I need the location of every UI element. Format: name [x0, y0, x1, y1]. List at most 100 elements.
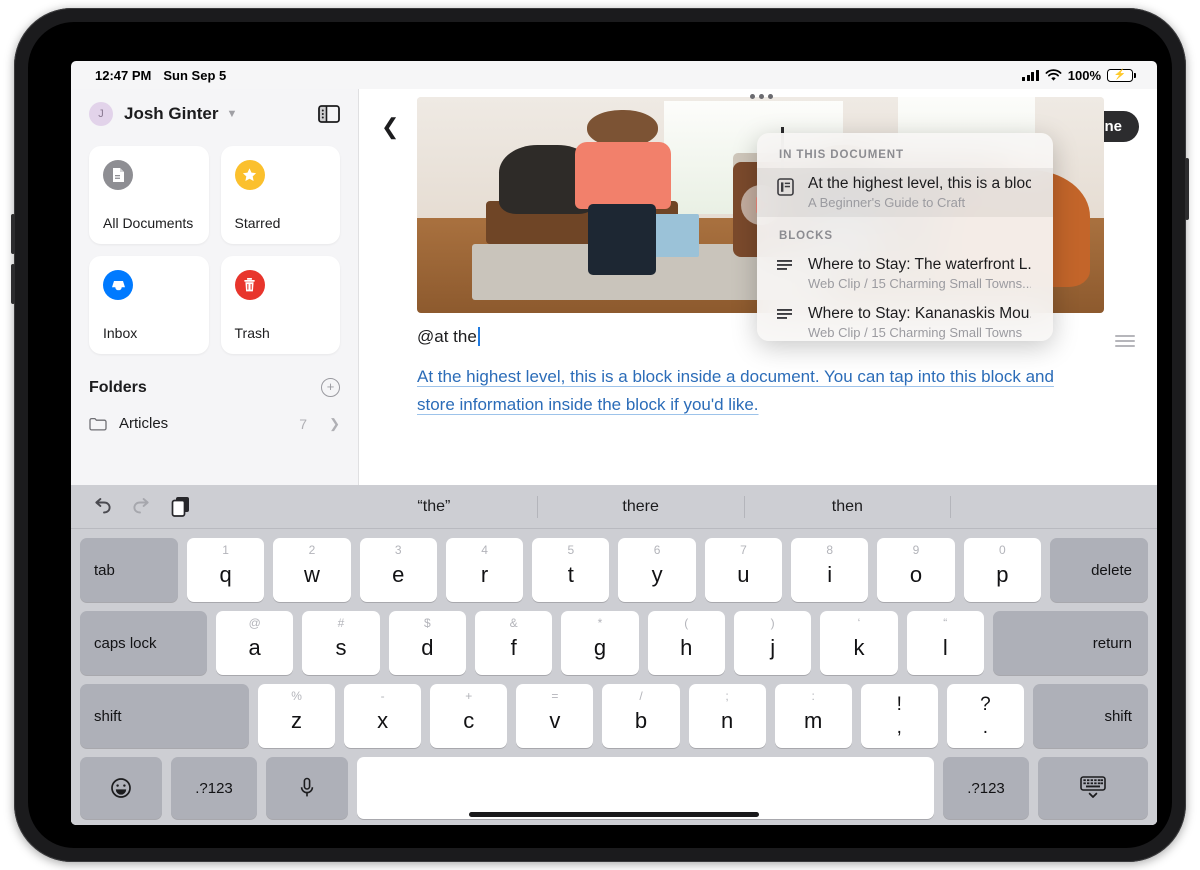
key-f[interactable]: & f: [474, 611, 553, 675]
undo-icon[interactable]: [91, 497, 113, 516]
document-icon: [103, 160, 133, 190]
key-k[interactable]: ‘k: [820, 611, 898, 675]
dropdown-item-block[interactable]: Where to Stay: Kananaskis Mou... Web Cli…: [757, 298, 1053, 341]
sidebar-item-articles[interactable]: Articles 7 ❯: [71, 405, 358, 442]
status-date: Sun Sep 5: [163, 67, 227, 83]
dropdown-item-document[interactable]: At the highest level, this is a bloc... …: [757, 168, 1053, 217]
key-c[interactable]: + c: [430, 684, 508, 748]
avatar: J: [89, 102, 113, 126]
key-m[interactable]: :m: [774, 684, 852, 748]
screenshot-root: 12:47 PM Sun Sep 5 100% ⚡ J Josh Ginter …: [0, 0, 1200, 870]
emoji-icon[interactable]: [80, 757, 162, 819]
status-time: 12:47 PM: [95, 67, 152, 83]
folder-icon: [89, 417, 107, 431]
key-numbers-right[interactable]: .?123: [943, 757, 1029, 819]
folder-name: Articles: [119, 415, 169, 432]
key-u[interactable]: 7u: [704, 538, 783, 602]
chevron-down-icon[interactable]: ▼: [226, 108, 237, 120]
key-o[interactable]: 9o: [877, 538, 955, 602]
key-e[interactable]: 3e: [359, 538, 437, 602]
battery-percent-label: 100%: [1067, 67, 1101, 83]
sidebar-item-inbox[interactable]: Inbox: [89, 256, 209, 354]
suggestion-item[interactable]: then: [743, 495, 951, 518]
sidebar-item-all-documents[interactable]: All Documents: [89, 146, 209, 244]
home-indicator[interactable]: [469, 812, 759, 817]
keyboard-row-3: shift % z -x + c = v / b ; n :m !, ?. shift: [71, 684, 1157, 748]
key-i[interactable]: 8i: [791, 538, 869, 602]
key-j[interactable]: ) j: [733, 611, 812, 675]
key-w[interactable]: 2w: [273, 538, 351, 602]
key-s[interactable]: # s: [302, 611, 380, 675]
charging-bolt-icon: ⚡: [1113, 69, 1127, 81]
key-return[interactable]: return: [992, 611, 1148, 675]
dropdown-item-subtitle: Web Clip / 15 Charming Small Towns: [808, 325, 1023, 340]
microphone-icon[interactable]: [266, 757, 348, 819]
add-folder-button[interactable]: +: [321, 378, 340, 397]
text-caret: [477, 327, 480, 346]
mention-input-line[interactable]: @at the: [417, 327, 480, 347]
folders-title: Folders: [89, 378, 147, 396]
sidebar-item-starred[interactable]: Starred: [220, 146, 340, 244]
key-shift-left[interactable]: shift: [80, 684, 249, 748]
sidebar-toggle-icon[interactable]: [318, 105, 340, 123]
key-a[interactable]: @ a: [216, 611, 294, 675]
key-t[interactable]: 5t: [532, 538, 610, 602]
media-options-icon[interactable]: [750, 94, 774, 99]
dismiss-keyboard-icon[interactable]: [1038, 757, 1148, 819]
back-button[interactable]: ❮: [381, 116, 399, 138]
key-r[interactable]: 4r: [445, 538, 524, 602]
key-q[interactable]: 1q: [187, 538, 265, 602]
power-button[interactable]: [1185, 158, 1189, 220]
key-exclamation-comma[interactable]: !,: [860, 684, 938, 748]
key-h[interactable]: (h: [647, 611, 725, 675]
key-x[interactable]: -x: [344, 684, 422, 748]
key-g[interactable]: * g: [561, 611, 639, 675]
on-screen-keyboard: “the” there then tab 1q 2w 3e 4r 5t 6 y …: [71, 485, 1157, 825]
sidebar-tiles: All Documents Starred Inbox Trash: [71, 140, 358, 354]
key-b[interactable]: / b: [602, 684, 680, 748]
key-p[interactable]: 0p: [963, 538, 1041, 602]
account-name: Josh Ginter: [124, 104, 219, 123]
key-n[interactable]: ; n: [688, 684, 766, 748]
volume-down-button[interactable]: [11, 264, 15, 304]
suggestion-item-empty: [950, 495, 1157, 518]
paste-icon[interactable]: [171, 496, 191, 517]
redo-icon[interactable]: [131, 497, 153, 516]
tile-label: Trash: [234, 324, 270, 341]
keyboard-row-2: caps lock @ a # s $ d & f * g (h ) j ‘k “l ret…: [71, 611, 1157, 675]
device-inner-bezel: 12:47 PM Sun Sep 5 100% ⚡ J Josh Ginter …: [28, 22, 1172, 848]
key-question-period[interactable]: ?.: [946, 684, 1024, 748]
key-l[interactable]: “l: [906, 611, 984, 675]
dropdown-item-title: Where to Stay: The waterfront L...: [808, 256, 1031, 273]
battery-icon: ⚡: [1107, 68, 1136, 82]
status-bar-left: 12:47 PM Sun Sep 5: [95, 68, 226, 83]
key-tab[interactable]: tab: [80, 538, 178, 602]
keyboard-tools: [71, 496, 331, 517]
block-handle-icon[interactable]: [1115, 335, 1135, 350]
text-block-icon: [777, 305, 795, 322]
suggestion-items: “the” there then: [331, 495, 1157, 518]
block-paragraph[interactable]: At the highest level, this is a block in…: [417, 363, 1057, 418]
dropdown-item-block[interactable]: Where to Stay: The waterfront L... Web C…: [757, 249, 1053, 298]
star-icon: [234, 160, 265, 190]
key-space[interactable]: [357, 757, 934, 819]
key-shift-right[interactable]: shift: [1032, 684, 1148, 748]
screen: 12:47 PM Sun Sep 5 100% ⚡ J Josh Ginter …: [71, 61, 1157, 825]
status-bar: 12:47 PM Sun Sep 5 100% ⚡: [71, 61, 1157, 89]
key-v[interactable]: = v: [516, 684, 594, 748]
chevron-right-icon[interactable]: ❯: [329, 416, 340, 432]
key-delete[interactable]: delete: [1049, 538, 1148, 602]
volume-up-button[interactable]: [11, 214, 15, 254]
suggestion-item[interactable]: there: [536, 495, 744, 518]
sidebar-item-trash[interactable]: Trash: [220, 256, 340, 354]
account-row[interactable]: J Josh Ginter ▼: [71, 89, 358, 140]
suggestion-item[interactable]: “the”: [331, 496, 537, 518]
dropdown-item-subtitle: A Beginner's Guide to Craft: [808, 195, 966, 210]
tile-label: All Documents: [103, 214, 194, 231]
key-d[interactable]: $ d: [388, 611, 466, 675]
key-y[interactable]: 6y: [618, 538, 696, 602]
key-numbers-left[interactable]: .?123: [171, 757, 257, 819]
dropdown-section-title: BLOCKS: [779, 230, 833, 242]
key-caps-lock[interactable]: caps lock: [80, 611, 207, 675]
key-z[interactable]: % z: [258, 684, 336, 748]
